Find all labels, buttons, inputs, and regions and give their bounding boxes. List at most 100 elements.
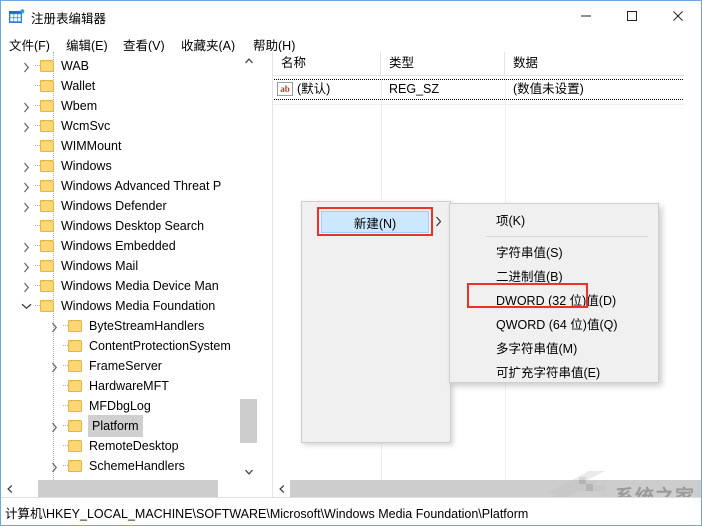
tree-item-label: Windows Desktop Search	[61, 219, 205, 233]
tree-item[interactable]: MFDbgLog	[49, 396, 151, 416]
folder-icon	[68, 319, 84, 333]
folder-icon	[68, 439, 84, 453]
context-menu-item[interactable]: QWORD (64 位)值(Q)	[450, 313, 656, 337]
tree-item[interactable]: WIMMount	[21, 136, 121, 156]
context-menu-item[interactable]: 字符串值(S)	[450, 241, 656, 265]
context-menu-item[interactable]: 可扩充字符串值(E)	[450, 361, 656, 385]
tree-item[interactable]: SchemeHandlers	[49, 456, 185, 476]
registry-editor-icon	[9, 9, 25, 25]
chevron-right-icon[interactable]	[21, 256, 34, 276]
folder-icon	[68, 459, 84, 473]
folder-icon	[40, 139, 56, 153]
chevron-right-icon[interactable]	[21, 156, 34, 176]
folder-icon	[40, 299, 56, 313]
tree-item-label: FrameServer	[89, 359, 162, 373]
tree-item[interactable]: Windows Advanced Threat P	[21, 176, 221, 196]
tree-item-label: WIMMount	[61, 139, 122, 153]
tree-scroll-corner	[239, 480, 256, 497]
value-name: (默认)	[297, 82, 331, 96]
minimize-button[interactable]	[563, 1, 609, 31]
tree-item[interactable]: RemoteDesktop	[49, 436, 179, 456]
tree-scroll-thumb[interactable]	[240, 399, 257, 443]
window-title: 注册表编辑器	[31, 12, 107, 26]
chevron-right-icon[interactable]	[21, 56, 34, 76]
value-data: (数值未设置)	[513, 82, 584, 96]
chevron-down-icon[interactable]	[21, 296, 34, 316]
folder-icon	[68, 399, 84, 413]
folder-icon	[68, 419, 84, 433]
folder-icon	[40, 219, 56, 233]
tree-item-label: Windows Media Foundation	[61, 299, 216, 313]
context-menu-item[interactable]: 多字符串值(M)	[450, 337, 656, 361]
tree-item-label: Platform	[88, 415, 143, 437]
folder-icon	[40, 59, 56, 73]
tree-item[interactable]: Windows Desktop Search	[21, 216, 204, 236]
tree-item[interactable]: WcmSvc	[21, 116, 110, 136]
tree-item[interactable]: Windows	[21, 156, 112, 176]
tree-item[interactable]: WAB	[21, 56, 89, 76]
context-menu-item[interactable]: DWORD (32 位)值(D)	[450, 289, 656, 313]
tree-item-label: Windows Advanced Threat P	[61, 179, 222, 193]
tree-item-label: Windows Defender	[61, 199, 167, 213]
context-menu-parent	[301, 201, 451, 443]
tree-scroll-down-button[interactable]	[240, 463, 257, 480]
tree-scroll-up-button[interactable]	[240, 52, 257, 69]
folder-icon	[40, 259, 56, 273]
maximize-button[interactable]	[609, 1, 655, 31]
column-header-type[interactable]: 类型	[381, 52, 505, 75]
tree-item[interactable]: Windows Defender	[21, 196, 167, 216]
tree-hscroll-thumb[interactable]	[38, 480, 218, 497]
close-button[interactable]	[655, 1, 701, 31]
tree-item[interactable]: Wbem	[21, 96, 97, 116]
tree-item[interactable]: ByteStreamHandlers	[49, 316, 204, 336]
tree-horizontal-scrollbar[interactable]	[1, 480, 256, 497]
value-type: REG_SZ	[389, 82, 440, 96]
chevron-right-icon[interactable]	[21, 196, 34, 216]
chevron-right-icon[interactable]	[49, 356, 62, 376]
tree-item[interactable]: Windows Media Foundation	[21, 296, 215, 316]
folder-icon	[40, 159, 56, 173]
table-row[interactable]: ab (默认) REG_SZ (数值未设置)	[273, 79, 684, 100]
tree-item-label: ByteStreamHandlers	[89, 319, 205, 333]
title-bar: 注册表编辑器	[1, 1, 701, 33]
chevron-right-icon[interactable]	[21, 236, 34, 256]
tree-item[interactable]: Wallet	[21, 76, 95, 96]
chevron-right-icon[interactable]	[49, 416, 62, 436]
tree-item[interactable]: Windows Embedded	[21, 236, 176, 256]
tree-item[interactable]: HardwareMFT	[49, 376, 169, 396]
tree-item-label: SchemeHandlers	[89, 459, 185, 473]
registry-tree[interactable]: WAB Wallet Wbem WcmSvc WIMMount Windows Window…	[1, 52, 256, 480]
chevron-right-icon[interactable]	[49, 456, 62, 476]
column-header-data[interactable]: 数据	[505, 52, 684, 75]
registry-editor-window: 注册表编辑器 文件(F) 编辑(E) 查看(V) 收藏夹(A) 帮助(H) WA…	[0, 0, 702, 526]
tree-item[interactable]: ContentProtectionSystem	[49, 336, 231, 356]
tree-item[interactable]: Windows Media Device Man	[21, 276, 219, 296]
tree-scroll-left-button[interactable]	[1, 480, 18, 497]
chevron-right-icon[interactable]	[21, 176, 34, 196]
values-scroll-left-button[interactable]	[273, 480, 290, 497]
values-column-header: 名称 类型 数据	[273, 52, 684, 76]
tree-item-label: HardwareMFT	[89, 379, 169, 393]
context-submenu-new[interactable]: 项(K) 字符串值(S) 二进制值(B) DWORD (32 位)值(D) QWORD …	[449, 203, 659, 383]
tree-item[interactable]: FrameServer	[49, 356, 162, 376]
tree-item[interactable]: Windows Mail	[21, 256, 138, 276]
context-menu-item[interactable]: 二进制值(B)	[450, 265, 656, 289]
context-menu-item-new[interactable]: 新建(N)	[321, 211, 429, 233]
context-menu-item-new-label: 新建(N)	[353, 217, 397, 231]
chevron-right-icon[interactable]	[49, 316, 62, 336]
status-bar: 计算机\HKEY_LOCAL_MACHINE\SOFTWARE\Microsof…	[1, 497, 701, 525]
column-header-name[interactable]: 名称	[273, 52, 381, 75]
chevron-right-icon[interactable]	[21, 116, 34, 136]
chevron-right-icon	[435, 216, 442, 230]
chevron-right-icon[interactable]	[21, 276, 34, 296]
tree-item[interactable]: Platform	[49, 415, 143, 437]
tree-vertical-scrollbar[interactable]	[239, 52, 257, 480]
context-menu-item[interactable]: 项(K)	[450, 209, 656, 233]
folder-icon	[40, 239, 56, 253]
chevron-right-icon[interactable]	[21, 96, 34, 116]
folder-icon	[40, 179, 56, 193]
folder-icon	[68, 339, 84, 353]
